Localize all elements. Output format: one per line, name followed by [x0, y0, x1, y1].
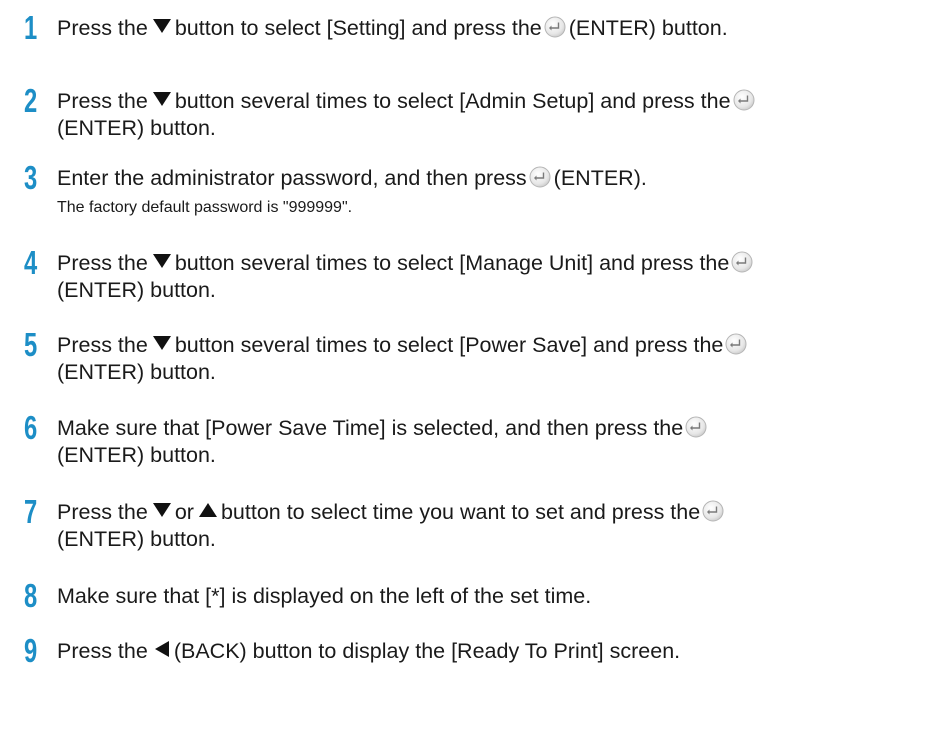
step-number: 2: [24, 82, 38, 119]
down-triangle-icon: [152, 19, 171, 33]
step-text-continued: (ENTER) button.: [57, 360, 216, 384]
step-number: 5: [24, 326, 38, 363]
enter-button-icon: [529, 166, 551, 188]
enter-button-icon: [702, 500, 724, 522]
step-note: The factory default password is "999999"…: [57, 199, 353, 216]
enter-button-icon: [733, 89, 755, 111]
down-triangle-icon: [152, 503, 171, 517]
step-number: 4: [24, 244, 38, 281]
down-triangle-icon: [152, 336, 171, 350]
step-text: Press the button several times to select …: [57, 88, 758, 114]
step-text-continued: (ENTER) button.: [57, 527, 216, 551]
step-text: Press the button to select [Setting] and …: [57, 16, 728, 40]
step-text: Make sure that [Power Save Time] is sele…: [57, 415, 710, 441]
down-triangle-icon: [152, 92, 171, 106]
enter-button-icon: [685, 416, 707, 438]
step-number: 1: [24, 9, 38, 46]
up-triangle-icon: [198, 503, 217, 517]
step-text-continued: (ENTER) button.: [57, 443, 216, 467]
left-triangle-icon: [154, 641, 169, 657]
step-text: Make sure that [*] is displayed on the l…: [57, 584, 592, 608]
step-number: 7: [24, 493, 38, 530]
step-number: 3: [24, 159, 38, 196]
step-text-continued: (ENTER) button.: [57, 278, 216, 302]
down-triangle-icon: [152, 254, 171, 268]
step-number: 6: [24, 409, 38, 446]
step-number: 8: [24, 577, 38, 614]
step-text: Press the (BACK) button to display the [R…: [57, 639, 681, 663]
enter-button-icon: [725, 333, 747, 355]
step-text: Press the button several times to select …: [57, 250, 756, 276]
step-text: Press the or button to select time you wan…: [57, 499, 727, 525]
step-text-continued: (ENTER) button.: [57, 116, 216, 140]
step-text: Enter the administrator password, and th…: [57, 166, 647, 190]
enter-button-icon: [731, 251, 753, 273]
step-number: 9: [24, 632, 38, 669]
step-text: Press the button several times to select …: [57, 332, 750, 358]
enter-button-icon: [544, 16, 566, 38]
